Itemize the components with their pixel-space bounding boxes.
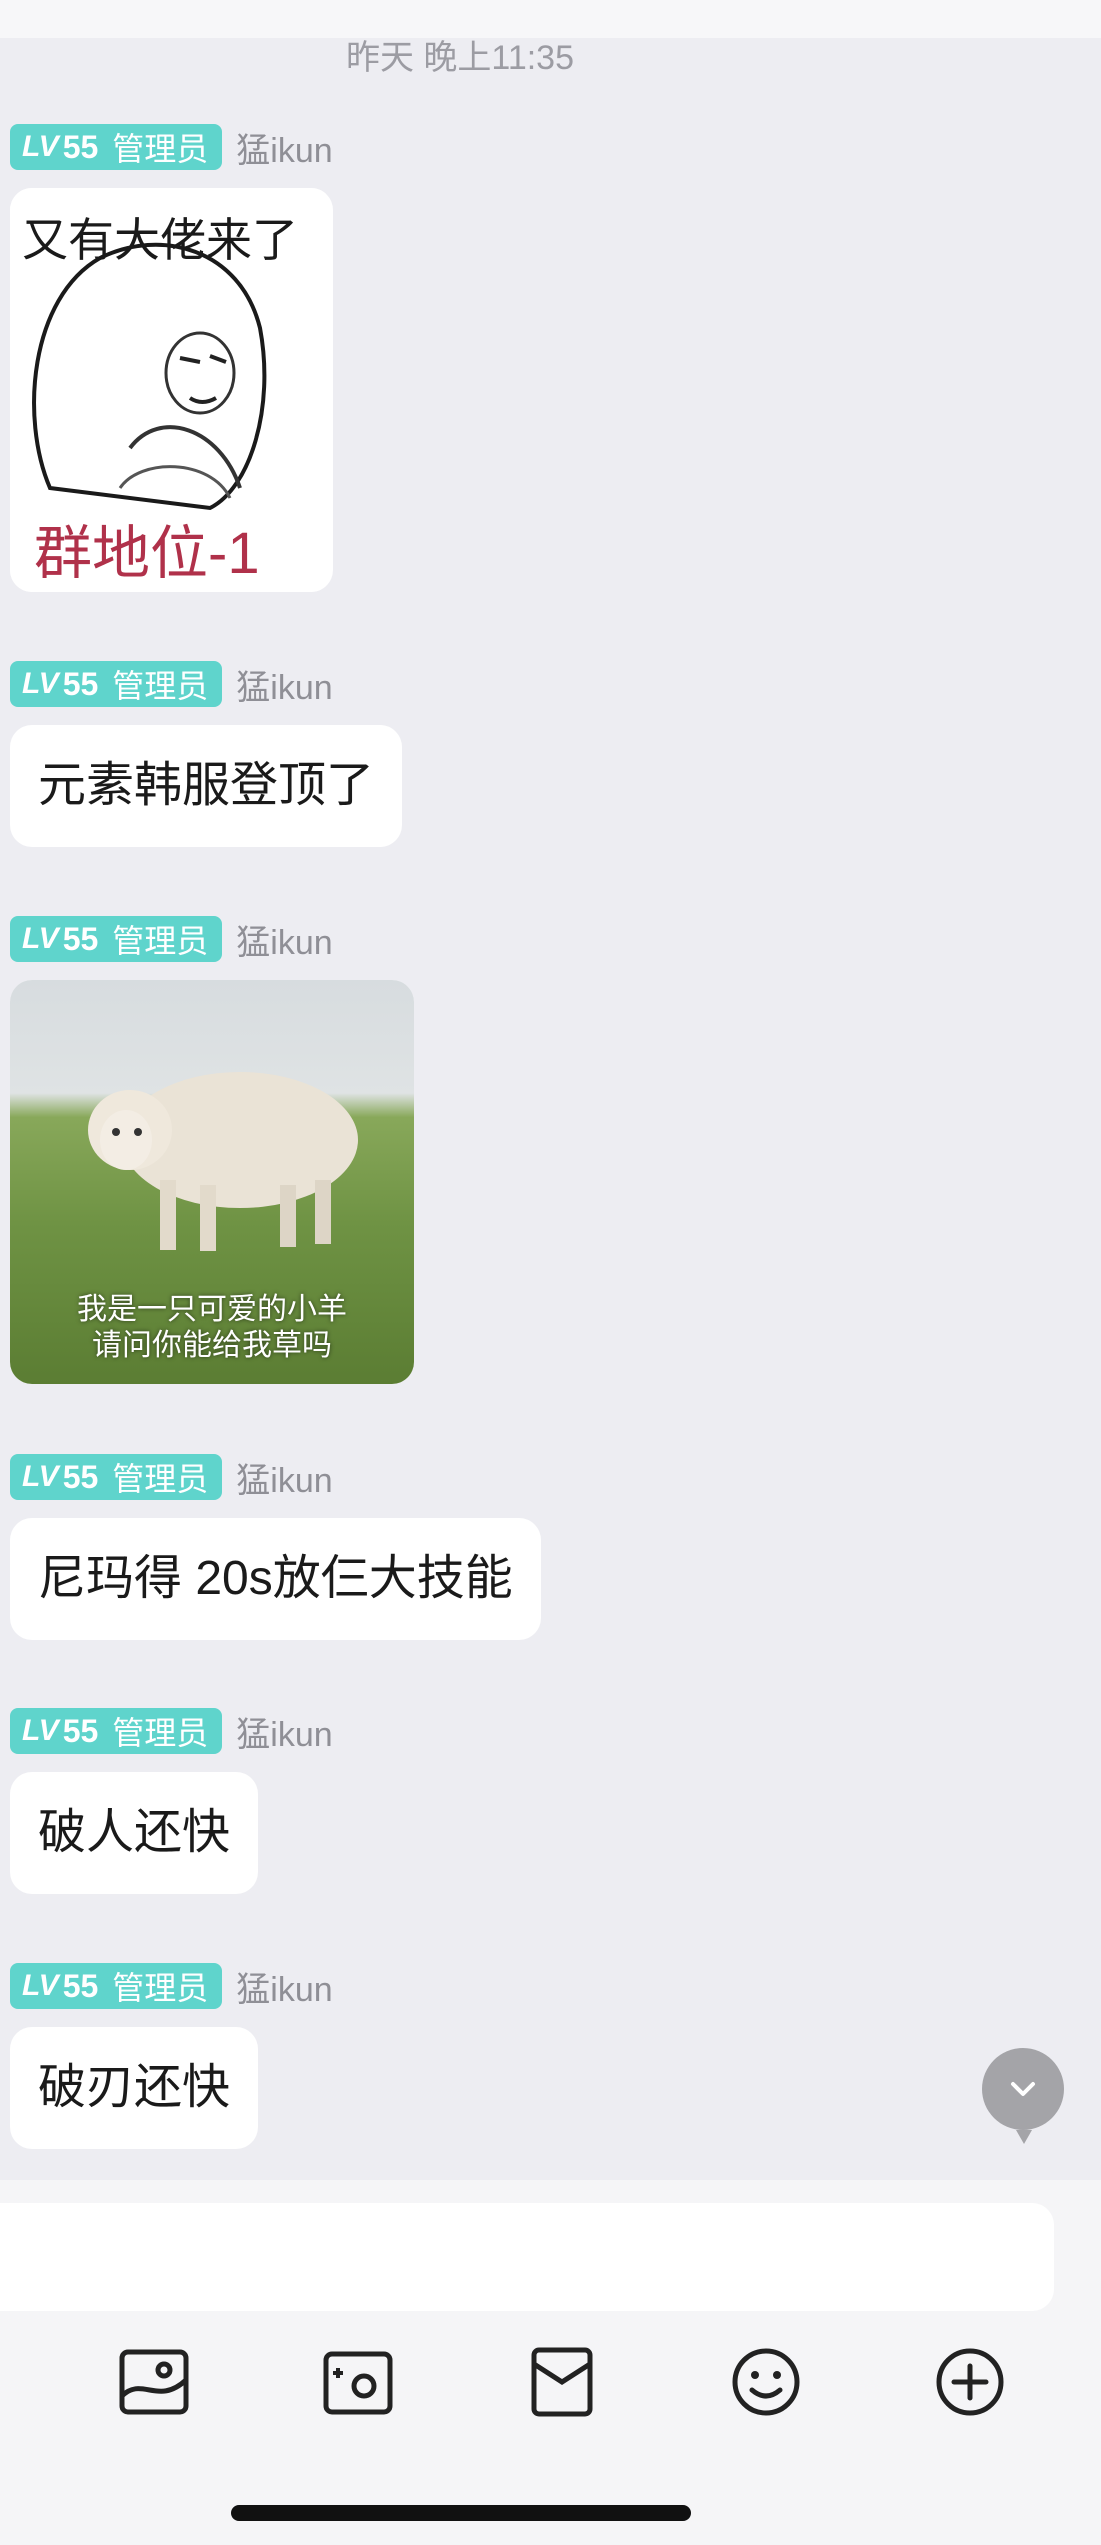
message-item: LV 55 管理员 猛ikun 我是一只可爱的小羊 请问你能给我草吗 <box>10 916 414 1384</box>
sender-name[interactable]: 猛ikun <box>236 915 332 964</box>
role-label: 管理员 <box>112 1970 209 2006</box>
message-meta: LV 55 管理员 猛ikun <box>10 124 333 170</box>
sheep-caption-line-1: 我是一只可爱的小羊 <box>77 1293 347 1326</box>
level-number: 55 <box>62 1458 99 1495</box>
sender-name[interactable]: 猛ikun <box>236 660 332 709</box>
text-message-bubble[interactable]: 破人还快 <box>10 1772 259 1894</box>
role-label: 管理员 <box>112 1715 209 1751</box>
sender-name[interactable]: 猛ikun <box>236 1707 332 1756</box>
image-icon[interactable] <box>118 2346 190 2418</box>
meme-caption-bottom: 群地位-1 <box>34 521 260 586</box>
sender-name[interactable]: 猛ikun <box>236 123 332 172</box>
text-message-bubble[interactable]: 尼玛得 20s放仨大技能 <box>10 1518 541 1640</box>
message-meta: LV 55 管理员 猛ikun <box>10 1708 333 1754</box>
message-item: LV 55 管理员 猛ikun 元素韩服登顶了 <box>10 661 403 847</box>
level-badge[interactable]: LV 55 管理员 <box>10 916 223 962</box>
message-item: LV 55 管理员 猛ikun 破人还快 <box>10 1708 333 1894</box>
level-prefix: LV <box>22 922 59 955</box>
level-badge[interactable]: LV 55 管理员 <box>10 661 223 707</box>
message-meta: LV 55 管理员 猛ikun <box>10 661 402 707</box>
sheep-photo: 我是一只可爱的小羊 请问你能给我草吗 <box>10 980 414 1384</box>
level-prefix: LV <box>22 1969 59 2002</box>
level-prefix: LV <box>22 1714 59 1747</box>
text-message-bubble[interactable]: 元素韩服登顶了 <box>10 725 403 847</box>
role-label: 管理员 <box>112 668 209 704</box>
role-label: 管理员 <box>112 131 209 167</box>
level-number: 55 <box>62 1712 99 1749</box>
level-number: 55 <box>62 665 99 702</box>
camera-icon[interactable] <box>322 2346 394 2418</box>
message-meta: LV 55 管理员 猛ikun <box>10 1454 541 1500</box>
message-input[interactable] <box>0 2203 1054 2311</box>
level-badge[interactable]: LV 55 管理员 <box>10 124 223 170</box>
message-item: LV 55 管理员 猛ikun 又有大佬来了 群地位-1 <box>10 124 333 592</box>
scroll-to-bottom-button[interactable] <box>982 2048 1064 2144</box>
level-number: 55 <box>62 128 99 165</box>
level-badge[interactable]: LV 55 管理员 <box>10 1454 223 1500</box>
level-badge[interactable]: LV 55 管理员 <box>10 1708 223 1754</box>
meme-image: 又有大佬来了 群地位-1 <box>10 188 326 592</box>
role-label: 管理员 <box>112 1461 209 1497</box>
red-packet-icon[interactable] <box>526 2346 598 2418</box>
message-item: LV 55 管理员 猛ikun 破刃还快 <box>10 1963 333 2149</box>
text-message-bubble[interactable]: 破刃还快 <box>10 2027 259 2149</box>
level-number: 55 <box>62 920 99 957</box>
sender-name[interactable]: 猛ikun <box>236 1453 332 1502</box>
image-message[interactable]: 又有大佬来了 群地位-1 <box>10 188 333 592</box>
message-meta: LV 55 管理员 猛ikun <box>10 1963 333 2009</box>
level-prefix: LV <box>22 667 59 700</box>
image-message[interactable]: 我是一只可爱的小羊 请问你能给我草吗 <box>10 980 414 1384</box>
level-prefix: LV <box>22 130 59 163</box>
message-meta: LV 55 管理员 猛ikun <box>10 916 414 962</box>
plus-icon[interactable] <box>934 2346 1006 2418</box>
meme-caption-top: 又有大佬来了 <box>22 214 298 266</box>
emoji-icon[interactable] <box>730 2346 802 2418</box>
level-prefix: LV <box>22 1460 59 1493</box>
home-indicator[interactable] <box>231 2505 691 2521</box>
role-label: 管理员 <box>112 923 209 959</box>
level-number: 55 <box>62 1967 99 2004</box>
sheep-caption-line-2: 请问你能给我草吗 <box>92 1329 332 1362</box>
message-item: LV 55 管理员 猛ikun 尼玛得 20s放仨大技能 <box>10 1454 541 1640</box>
sender-name[interactable]: 猛ikun <box>236 1962 332 2011</box>
message-feed[interactable]: LV 55 管理员 猛ikun 又有大佬来了 群地位-1 LV 55 管理员 猛… <box>0 0 1101 2180</box>
chevron-down-icon <box>1011 2082 1035 2096</box>
level-badge[interactable]: LV 55 管理员 <box>10 1963 223 2009</box>
